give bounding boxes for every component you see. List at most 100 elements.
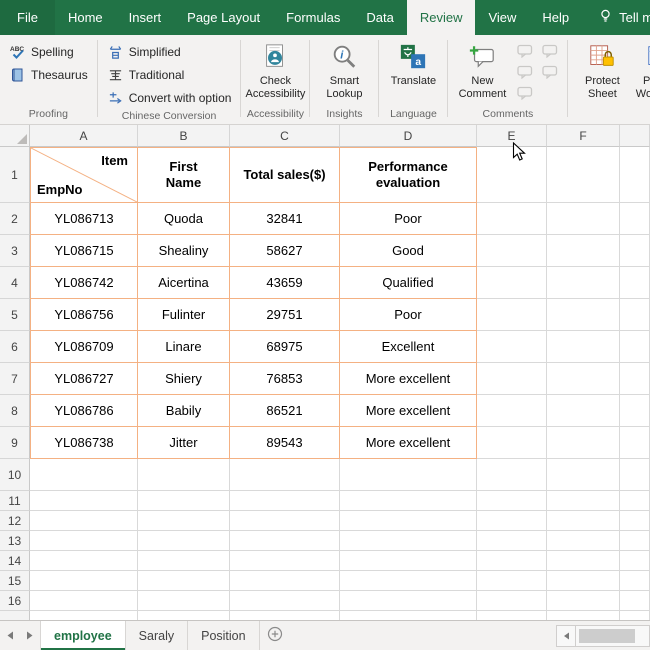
check-accessibility-button[interactable]: Check Accessibility xyxy=(246,38,304,101)
cell-c7[interactable]: 76853 xyxy=(230,363,340,395)
row-header-8[interactable]: 8 xyxy=(0,395,30,427)
cell-g14[interactable] xyxy=(620,551,650,571)
cell-e3[interactable] xyxy=(477,235,547,267)
cell-b6[interactable]: Linare xyxy=(138,331,230,363)
column-header-b[interactable]: B xyxy=(138,125,230,147)
cell-b13[interactable] xyxy=(138,531,230,551)
cell-g16[interactable] xyxy=(620,591,650,611)
row-header-4[interactable]: 4 xyxy=(0,267,30,299)
traditional-button[interactable]: Traditional xyxy=(103,64,236,86)
cell-d1[interactable]: Performance evaluation xyxy=(340,147,477,203)
cell-a1[interactable]: Item EmpNo xyxy=(30,147,138,203)
tab-review[interactable]: Review xyxy=(407,0,476,35)
cell-b12[interactable] xyxy=(138,511,230,531)
cell-c13[interactable] xyxy=(230,531,340,551)
cell-c3[interactable]: 58627 xyxy=(230,235,340,267)
cell-d11[interactable] xyxy=(340,491,477,511)
previous-comment-button[interactable] xyxy=(515,44,535,61)
sheet-tab-employee[interactable]: employee xyxy=(40,621,126,650)
cell-a13[interactable] xyxy=(30,531,138,551)
row-header-2[interactable]: 2 xyxy=(0,203,30,235)
scroll-left-button[interactable] xyxy=(556,625,576,647)
tab-file[interactable]: File xyxy=(0,0,55,35)
cell-g8[interactable] xyxy=(620,395,650,427)
cell-a15[interactable] xyxy=(30,571,138,591)
cell-d16[interactable] xyxy=(340,591,477,611)
cell-b8[interactable]: Babily xyxy=(138,395,230,427)
tab-page-layout[interactable]: Page Layout xyxy=(174,0,273,35)
cell-d6[interactable]: Excellent xyxy=(340,331,477,363)
show-hide-comment-button[interactable] xyxy=(515,65,535,82)
simplified-button[interactable]: Simplified xyxy=(103,41,236,63)
show-ink-button[interactable] xyxy=(515,86,535,103)
sheet-tab-position[interactable]: Position xyxy=(188,621,259,650)
cell-d5[interactable]: Poor xyxy=(340,299,477,331)
cell-c4[interactable]: 43659 xyxy=(230,267,340,299)
cell-e7[interactable] xyxy=(477,363,547,395)
cell-c16[interactable] xyxy=(230,591,340,611)
scrollbar-track[interactable] xyxy=(576,625,650,647)
cell-f12[interactable] xyxy=(547,511,620,531)
tab-view[interactable]: View xyxy=(475,0,529,35)
cell-d4[interactable]: Qualified xyxy=(340,267,477,299)
row-header-3[interactable]: 3 xyxy=(0,235,30,267)
row-header-13[interactable]: 13 xyxy=(0,531,30,551)
cell-g5[interactable] xyxy=(620,299,650,331)
thesaurus-button[interactable]: Thesaurus xyxy=(5,64,92,86)
cell-b11[interactable] xyxy=(138,491,230,511)
cell-c2[interactable]: 32841 xyxy=(230,203,340,235)
cell-d2[interactable]: Poor xyxy=(340,203,477,235)
tab-data[interactable]: Data xyxy=(353,0,406,35)
cell-f15[interactable] xyxy=(547,571,620,591)
show-all-comments-button[interactable] xyxy=(540,65,560,82)
cell-d13[interactable] xyxy=(340,531,477,551)
cell-f8[interactable] xyxy=(547,395,620,427)
cell-a6[interactable]: YL086709 xyxy=(30,331,138,363)
scrollbar-thumb[interactable] xyxy=(579,629,635,643)
cell-e14[interactable] xyxy=(477,551,547,571)
cell-e15[interactable] xyxy=(477,571,547,591)
cell-a2[interactable]: YL086713 xyxy=(30,203,138,235)
cell-g9[interactable] xyxy=(620,427,650,459)
cell-e1[interactable] xyxy=(477,147,547,203)
cell-a9[interactable]: YL086738 xyxy=(30,427,138,459)
cell-e10[interactable] xyxy=(477,459,547,491)
cell-b4[interactable]: Aicertina xyxy=(138,267,230,299)
protect-workbook-button[interactable]: Protect Workbook xyxy=(631,38,650,101)
cell-b14[interactable] xyxy=(138,551,230,571)
cell-a5[interactable]: YL086756 xyxy=(30,299,138,331)
cell-e4[interactable] xyxy=(477,267,547,299)
cell-d8[interactable]: More excellent xyxy=(340,395,477,427)
cell-c11[interactable] xyxy=(230,491,340,511)
cell-b5[interactable]: Fulinter xyxy=(138,299,230,331)
cell-c15[interactable] xyxy=(230,571,340,591)
row-header-10[interactable]: 10 xyxy=(0,459,30,491)
cell-f1[interactable] xyxy=(547,147,620,203)
row-header-6[interactable]: 6 xyxy=(0,331,30,363)
cell-a7[interactable]: YL086727 xyxy=(30,363,138,395)
cell-b9[interactable]: Jitter xyxy=(138,427,230,459)
row-header-7[interactable]: 7 xyxy=(0,363,30,395)
tab-help[interactable]: Help xyxy=(529,0,582,35)
sheet-nav-previous-button[interactable] xyxy=(0,621,20,650)
row-header-9[interactable]: 9 xyxy=(0,427,30,459)
cell-b15[interactable] xyxy=(138,571,230,591)
cell-e9[interactable] xyxy=(477,427,547,459)
convert-with-option-button[interactable]: Convert with option xyxy=(103,87,236,109)
next-comment-button[interactable] xyxy=(540,44,560,61)
cell-g7[interactable] xyxy=(620,363,650,395)
cell-g3[interactable] xyxy=(620,235,650,267)
cell-e11[interactable] xyxy=(477,491,547,511)
cell-a3[interactable]: YL086715 xyxy=(30,235,138,267)
cell-a16[interactable] xyxy=(30,591,138,611)
row-header-11[interactable]: 11 xyxy=(0,491,30,511)
cell-d12[interactable] xyxy=(340,511,477,531)
cell-b2[interactable]: Quoda xyxy=(138,203,230,235)
cell-c14[interactable] xyxy=(230,551,340,571)
cell-g6[interactable] xyxy=(620,331,650,363)
cell-f9[interactable] xyxy=(547,427,620,459)
cell-a10[interactable] xyxy=(30,459,138,491)
cell-f2[interactable] xyxy=(547,203,620,235)
cell-b10[interactable] xyxy=(138,459,230,491)
cell-e5[interactable] xyxy=(477,299,547,331)
